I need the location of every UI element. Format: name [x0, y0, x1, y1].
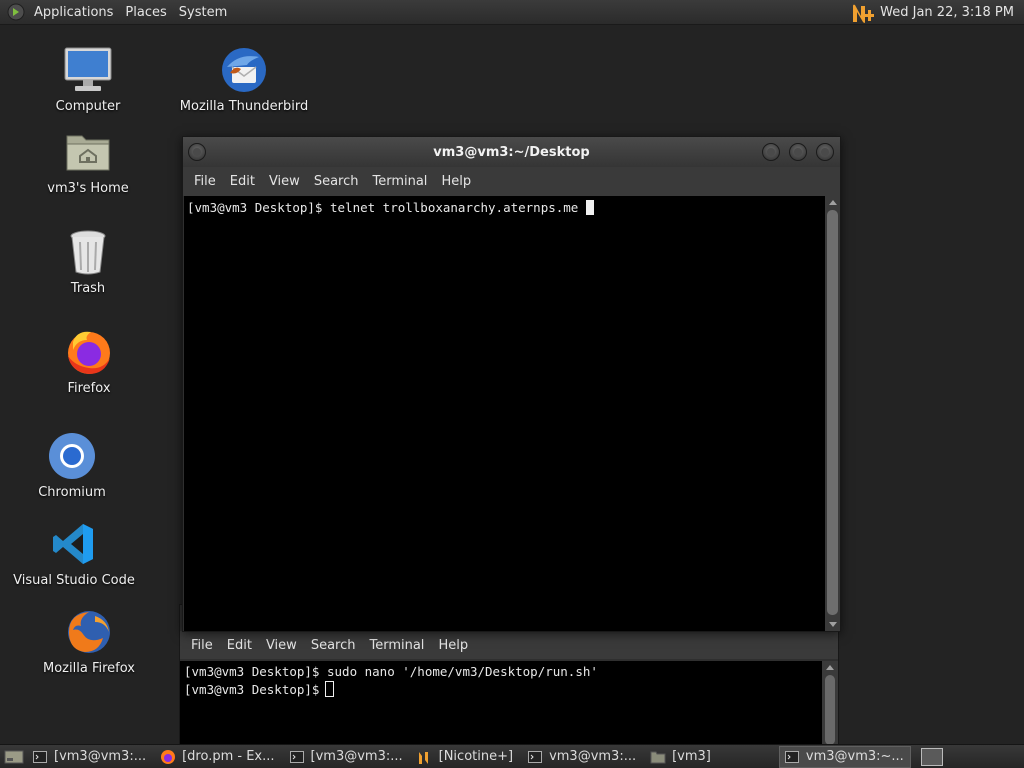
bottom-panel: [vm3@vm3:... [dro.pm - Ex... [vm3@vm3:..… — [0, 744, 1024, 768]
desktop-icon-home[interactable]: vm3's Home — [28, 126, 148, 196]
computer-icon — [62, 44, 114, 96]
close-button[interactable] — [816, 143, 834, 161]
terminal-back-screen[interactable]: [vm3@vm3 Desktop]$ sudo nano '/home/vm3/… — [180, 661, 824, 745]
clock[interactable]: Wed Jan 22, 3:18 PM — [878, 5, 1024, 20]
desktop-icon-label: Visual Studio Code — [13, 573, 135, 588]
firefox-icon — [160, 749, 176, 765]
desktop-icon-firefox[interactable]: Firefox — [29, 326, 149, 396]
applications-menu[interactable]: Applications — [28, 0, 119, 25]
terminal-window-front[interactable]: vm3@vm3:~/Desktop File Edit View Search … — [182, 136, 841, 632]
taskbar-item[interactable]: [vm3@vm3:... — [28, 746, 152, 768]
window-title: vm3@vm3:~/Desktop — [433, 144, 590, 160]
terminal-cursor — [325, 681, 335, 697]
taskbar-item[interactable]: [Nicotine+] — [413, 746, 519, 768]
taskbar-item-label: [vm3@vm3:... — [310, 749, 403, 764]
taskbar-item-label: vm3@vm3:~... — [805, 749, 904, 764]
scroll-up-arrow-icon[interactable] — [826, 665, 834, 670]
desktop-icon-computer[interactable]: Computer — [28, 44, 148, 114]
terminal-front-scrollbar[interactable] — [825, 196, 840, 631]
window-menu-button[interactable] — [188, 143, 206, 161]
menu-file[interactable]: File — [184, 638, 220, 653]
firefox-icon — [63, 326, 115, 378]
desktop-icon-label: vm3's Home — [47, 181, 129, 196]
system-menu[interactable]: System — [173, 0, 233, 25]
taskbar-item[interactable]: vm3@vm3:... — [523, 746, 642, 768]
maximize-button[interactable] — [789, 143, 807, 161]
menu-search[interactable]: Search — [304, 638, 363, 653]
firefox-icon — [63, 606, 115, 658]
terminal-back-scrollbar[interactable] — [822, 661, 838, 745]
top-menu: Applications Places System — [0, 0, 233, 25]
show-desktop-button[interactable] — [0, 745, 28, 768]
terminal-icon — [32, 749, 48, 765]
maximize-icon — [794, 148, 802, 156]
folder-icon — [650, 749, 666, 765]
show-desktop-icon — [4, 750, 24, 763]
taskbar-item-label: [Nicotine+] — [438, 749, 514, 764]
terminal-line: [vm3@vm3 Desktop]$ sudo nano '/home/vm3/… — [184, 664, 598, 679]
nicotine-tray-icon[interactable] — [848, 0, 878, 25]
desktop-icon-chromium[interactable]: Chromium — [12, 430, 132, 500]
terminal-icon — [527, 749, 543, 765]
taskbar-item[interactable]: [vm3@vm3:... — [285, 746, 409, 768]
top-panel-right: Wed Jan 22, 3:18 PM — [848, 0, 1024, 25]
window-menu-icon — [193, 148, 201, 156]
menu-view[interactable]: View — [259, 638, 304, 653]
terminal-prompt-line: [vm3@vm3 Desktop]$ — [184, 681, 820, 699]
taskbar-item-label: [vm3@vm3:... — [54, 749, 147, 764]
minimize-button[interactable] — [762, 143, 780, 161]
scrollbar-thumb[interactable] — [825, 675, 835, 745]
scroll-up-arrow-icon[interactable] — [829, 200, 837, 205]
applications-menu-icon[interactable] — [6, 2, 26, 22]
workspace-switcher[interactable] — [920, 747, 943, 766]
top-panel: Applications Places System Wed Jan 22, 3… — [0, 0, 1024, 25]
close-icon — [821, 148, 829, 156]
terminal-front-screen[interactable]: [vm3@vm3 Desktop]$ telnet trollboxanarch… — [184, 196, 826, 631]
taskbar-item[interactable]: [dro.pm - Ex... — [156, 746, 280, 768]
terminal-back-menubar: File Edit View Search Terminal Help — [180, 631, 838, 659]
terminal-icon — [784, 749, 800, 765]
vscode-icon — [48, 518, 100, 570]
menu-edit[interactable]: Edit — [220, 638, 259, 653]
trash-icon — [62, 226, 114, 278]
chromium-icon — [46, 430, 98, 482]
desktop-icon-thunderbird[interactable]: Mozilla Thunderbird — [180, 44, 308, 114]
minimize-icon — [767, 148, 775, 156]
desktop-icon-label: Mozilla Firefox — [43, 661, 135, 676]
menu-terminal[interactable]: Terminal — [365, 174, 434, 189]
desktop-icon-trash[interactable]: Trash — [28, 226, 148, 296]
scroll-down-arrow-icon[interactable] — [829, 622, 837, 627]
thunderbird-icon — [218, 44, 270, 96]
terminal-titlebar[interactable]: vm3@vm3:~/Desktop — [183, 137, 840, 167]
terminal-icon — [289, 749, 305, 765]
terminal-cursor — [586, 200, 595, 215]
desktop-icon-label: Chromium — [38, 485, 106, 500]
desktop-icon-vscode[interactable]: Visual Studio Code — [13, 518, 135, 588]
places-menu[interactable]: Places — [119, 0, 172, 25]
terminal-front-menubar: File Edit View Search Terminal Help — [183, 167, 840, 196]
desktop-icon-label: Firefox — [67, 381, 111, 396]
taskbar-item-label: [dro.pm - Ex... — [182, 749, 275, 764]
menu-help[interactable]: Help — [434, 174, 478, 189]
taskbar-item[interactable]: [vm3] — [646, 746, 717, 768]
menu-file[interactable]: File — [187, 174, 223, 189]
menu-view[interactable]: View — [262, 174, 307, 189]
scrollbar-thumb[interactable] — [827, 210, 838, 615]
menu-help[interactable]: Help — [431, 638, 475, 653]
home-folder-icon — [62, 126, 114, 178]
taskbar-item-active[interactable]: vm3@vm3:~... — [778, 745, 911, 768]
menu-search[interactable]: Search — [307, 174, 366, 189]
taskbar-item-label: vm3@vm3:... — [549, 749, 637, 764]
desktop-icon-label: Mozilla Thunderbird — [179, 99, 309, 114]
nicotine-icon — [417, 749, 433, 765]
desktop-icon-mozilla-firefox[interactable]: Mozilla Firefox — [29, 606, 149, 676]
menu-edit[interactable]: Edit — [223, 174, 262, 189]
desktop-icon-label: Trash — [70, 281, 106, 296]
desktop-icon-label: Computer — [55, 99, 121, 114]
terminal-line: [vm3@vm3 Desktop]$ — [184, 682, 320, 697]
menu-terminal[interactable]: Terminal — [362, 638, 431, 653]
taskbar-item-label: [vm3] — [672, 749, 711, 764]
terminal-line: [vm3@vm3 Desktop]$ telnet trollboxanarch… — [187, 200, 579, 215]
